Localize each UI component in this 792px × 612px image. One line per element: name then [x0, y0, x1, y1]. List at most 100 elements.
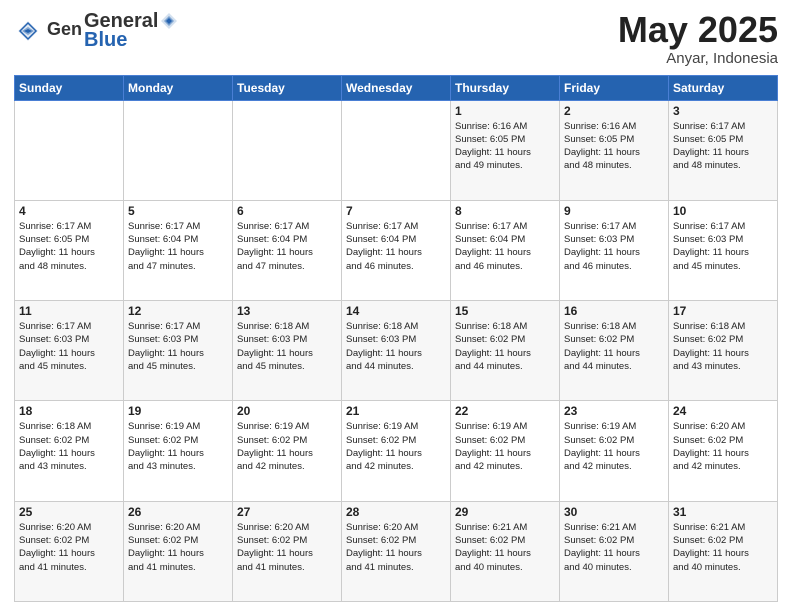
day-number: 28	[346, 505, 446, 519]
weekday-header-monday: Monday	[124, 75, 233, 100]
day-number: 30	[564, 505, 664, 519]
day-number: 2	[564, 104, 664, 118]
calendar-cell: 16 Sunrise: 6:18 AM Sunset: 6:02 PM Dayli…	[560, 301, 669, 401]
calendar-cell	[15, 100, 124, 200]
day-info: Sunrise: 6:21 AM Sunset: 6:02 PM Dayligh…	[455, 521, 555, 574]
day-number: 1	[455, 104, 555, 118]
location: Anyar, Indonesia	[618, 50, 778, 67]
day-info: Sunrise: 6:21 AM Sunset: 6:02 PM Dayligh…	[673, 521, 773, 574]
day-info: Sunrise: 6:20 AM Sunset: 6:02 PM Dayligh…	[237, 521, 337, 574]
calendar-cell: 24 Sunrise: 6:20 AM Sunset: 6:02 PM Dayli…	[669, 401, 778, 501]
weekday-header-sunday: Sunday	[15, 75, 124, 100]
day-number: 6	[237, 204, 337, 218]
day-info: Sunrise: 6:17 AM Sunset: 6:03 PM Dayligh…	[128, 320, 228, 373]
calendar-cell: 21Sunrise: 6:19 AM Sunset: 6:02 PM Dayli…	[342, 401, 451, 501]
calendar-cell: 14Sunrise: 6:18 AM Sunset: 6:03 PM Dayli…	[342, 301, 451, 401]
day-info: Sunrise: 6:18 AM Sunset: 6:02 PM Dayligh…	[455, 320, 555, 373]
day-number: 9	[564, 204, 664, 218]
day-number: 19	[128, 404, 228, 418]
day-info: Sunrise: 6:20 AM Sunset: 6:02 PM Dayligh…	[19, 521, 119, 574]
day-number: 17	[673, 304, 773, 318]
calendar-cell: 13 Sunrise: 6:18 AM Sunset: 6:03 PM Dayli…	[233, 301, 342, 401]
day-info: Sunrise: 6:19 AM Sunset: 6:02 PM Dayligh…	[564, 420, 664, 473]
day-number: 18	[19, 404, 119, 418]
day-number: 27	[237, 505, 337, 519]
day-info: Sunrise: 6:20 AM Sunset: 6:02 PM Dayligh…	[128, 521, 228, 574]
calendar-cell: 5 Sunrise: 6:17 AM Sunset: 6:04 PM Daylig…	[124, 200, 233, 300]
day-info: Sunrise: 6:17 AM Sunset: 6:04 PM Dayligh…	[237, 220, 337, 273]
calendar-cell: 11 Sunrise: 6:17 AM Sunset: 6:03 PM Dayli…	[15, 301, 124, 401]
day-number: 3	[673, 104, 773, 118]
calendar-cell: 15 Sunrise: 6:18 AM Sunset: 6:02 PM Dayli…	[451, 301, 560, 401]
calendar-cell: 10Sunrise: 6:17 AM Sunset: 6:03 PM Dayli…	[669, 200, 778, 300]
calendar-cell: 2Sunrise: 6:16 AM Sunset: 6:05 PM Daylig…	[560, 100, 669, 200]
week-row-4: 18 Sunrise: 6:18 AM Sunset: 6:02 PM Dayli…	[15, 401, 778, 501]
weekday-header-thursday: Thursday	[451, 75, 560, 100]
weekday-header-friday: Friday	[560, 75, 669, 100]
week-row-3: 11 Sunrise: 6:17 AM Sunset: 6:03 PM Dayli…	[15, 301, 778, 401]
calendar-table: SundayMondayTuesdayWednesdayThursdayFrid…	[14, 75, 778, 602]
day-number: 24	[673, 404, 773, 418]
page: General General Blue May 2025	[0, 0, 792, 612]
calendar-cell: 18 Sunrise: 6:18 AM Sunset: 6:02 PM Dayli…	[15, 401, 124, 501]
day-number: 16	[564, 304, 664, 318]
calendar-cell: 30 Sunrise: 6:21 AM Sunset: 6:02 PM Dayli…	[560, 501, 669, 601]
day-info: Sunrise: 6:19 AM Sunset: 6:02 PM Dayligh…	[346, 420, 446, 473]
day-info: Sunrise: 6:18 AM Sunset: 6:02 PM Dayligh…	[564, 320, 664, 373]
calendar-cell: 7 Sunrise: 6:17 AM Sunset: 6:04 PM Daylig…	[342, 200, 451, 300]
logo-icon	[14, 17, 42, 45]
day-number: 31	[673, 505, 773, 519]
week-row-2: 4 Sunrise: 6:17 AM Sunset: 6:05 PM Daylig…	[15, 200, 778, 300]
month-title: May 2025	[618, 10, 778, 50]
day-number: 8	[455, 204, 555, 218]
weekday-header-row: SundayMondayTuesdayWednesdayThursdayFrid…	[15, 75, 778, 100]
calendar-cell: 3 Sunrise: 6:17 AM Sunset: 6:05 PM Daylig…	[669, 100, 778, 200]
calendar-cell: 6 Sunrise: 6:17 AM Sunset: 6:04 PM Daylig…	[233, 200, 342, 300]
day-info: Sunrise: 6:17 AM Sunset: 6:03 PM Dayligh…	[19, 320, 119, 373]
day-number: 13	[237, 304, 337, 318]
weekday-header-wednesday: Wednesday	[342, 75, 451, 100]
day-info: Sunrise: 6:18 AM Sunset: 6:03 PM Dayligh…	[346, 320, 446, 373]
title-block: May 2025 Anyar, Indonesia	[618, 10, 778, 67]
day-number: 11	[19, 304, 119, 318]
calendar-cell: 29 Sunrise: 6:21 AM Sunset: 6:02 PM Dayli…	[451, 501, 560, 601]
day-number: 7	[346, 204, 446, 218]
calendar-cell: 17 Sunrise: 6:18 AM Sunset: 6:02 PM Dayli…	[669, 301, 778, 401]
calendar-cell: 20Sunrise: 6:19 AM Sunset: 6:02 PM Dayli…	[233, 401, 342, 501]
day-number: 20	[237, 404, 337, 418]
day-number: 25	[19, 505, 119, 519]
calendar-cell: 4 Sunrise: 6:17 AM Sunset: 6:05 PM Daylig…	[15, 200, 124, 300]
weekday-header-saturday: Saturday	[669, 75, 778, 100]
logo-arrow-icon	[159, 11, 179, 31]
day-info: Sunrise: 6:19 AM Sunset: 6:02 PM Dayligh…	[128, 420, 228, 473]
day-info: Sunrise: 6:17 AM Sunset: 6:05 PM Dayligh…	[673, 120, 773, 173]
calendar-cell: 1Sunrise: 6:16 AM Sunset: 6:05 PM Daylig…	[451, 100, 560, 200]
day-info: Sunrise: 6:18 AM Sunset: 6:02 PM Dayligh…	[19, 420, 119, 473]
calendar-cell: 12 Sunrise: 6:17 AM Sunset: 6:03 PM Dayli…	[124, 301, 233, 401]
day-number: 23	[564, 404, 664, 418]
calendar-cell: 31 Sunrise: 6:21 AM Sunset: 6:02 PM Dayli…	[669, 501, 778, 601]
day-number: 4	[19, 204, 119, 218]
calendar-cell	[342, 100, 451, 200]
day-info: Sunrise: 6:17 AM Sunset: 6:04 PM Dayligh…	[455, 220, 555, 273]
calendar-cell: 23 Sunrise: 6:19 AM Sunset: 6:02 PM Dayli…	[560, 401, 669, 501]
calendar-cell: 25 Sunrise: 6:20 AM Sunset: 6:02 PM Dayli…	[15, 501, 124, 601]
day-info: Sunrise: 6:17 AM Sunset: 6:04 PM Dayligh…	[128, 220, 228, 273]
day-info: Sunrise: 6:17 AM Sunset: 6:04 PM Dayligh…	[346, 220, 446, 273]
day-info: Sunrise: 6:18 AM Sunset: 6:03 PM Dayligh…	[237, 320, 337, 373]
day-number: 15	[455, 304, 555, 318]
calendar-cell: 19 Sunrise: 6:19 AM Sunset: 6:02 PM Dayli…	[124, 401, 233, 501]
day-number: 5	[128, 204, 228, 218]
logo: General General Blue	[14, 10, 179, 52]
day-info: Sunrise: 6:18 AM Sunset: 6:02 PM Dayligh…	[673, 320, 773, 373]
week-row-1: 1Sunrise: 6:16 AM Sunset: 6:05 PM Daylig…	[15, 100, 778, 200]
day-number: 29	[455, 505, 555, 519]
week-row-5: 25 Sunrise: 6:20 AM Sunset: 6:02 PM Dayli…	[15, 501, 778, 601]
calendar-cell: 26 Sunrise: 6:20 AM Sunset: 6:02 PM Dayli…	[124, 501, 233, 601]
day-info: Sunrise: 6:21 AM Sunset: 6:02 PM Dayligh…	[564, 521, 664, 574]
day-info: Sunrise: 6:17 AM Sunset: 6:03 PM Dayligh…	[564, 220, 664, 273]
day-number: 12	[128, 304, 228, 318]
day-number: 26	[128, 505, 228, 519]
day-info: Sunrise: 6:17 AM Sunset: 6:05 PM Dayligh…	[19, 220, 119, 273]
day-info: Sunrise: 6:20 AM Sunset: 6:02 PM Dayligh…	[673, 420, 773, 473]
